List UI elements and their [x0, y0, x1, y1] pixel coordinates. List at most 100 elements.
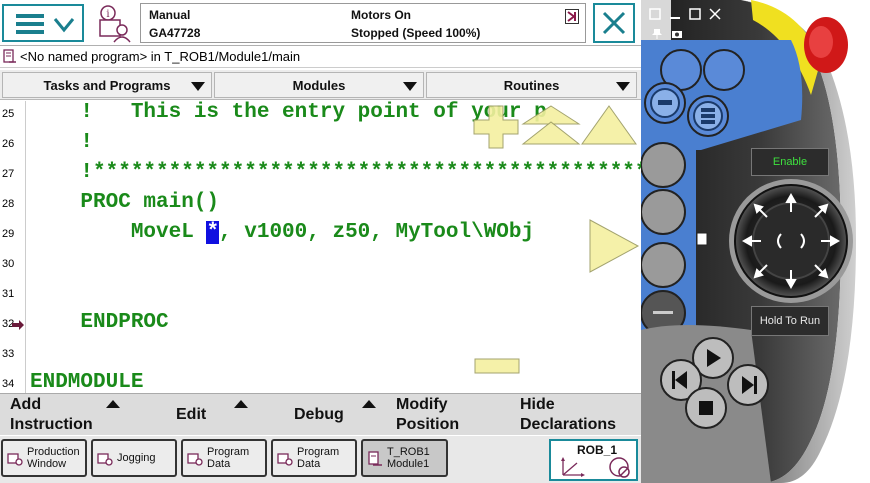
toggle-increment-key[interactable] — [641, 291, 685, 335]
line-number: 26 — [2, 138, 15, 150]
task-label: T_ROB1 — [387, 446, 430, 458]
task-program-data[interactable]: Program Data — [271, 439, 357, 477]
program-path: <No named program> in T_ROB1/Module1/mai… — [20, 49, 301, 64]
selected-argument[interactable]: * — [206, 221, 220, 244]
info-person-icon[interactable]: i — [96, 4, 134, 44]
task-label: Data — [297, 458, 321, 470]
dropdown-arrow-icon — [403, 82, 417, 91]
toggle-motion-mode-key[interactable] — [641, 190, 685, 234]
hold-to-run-button[interactable]: Hold To Run — [751, 306, 829, 336]
routines-menu[interactable]: Routines — [426, 72, 637, 98]
dropdown-arrow-icon — [616, 82, 630, 91]
edit-button[interactable]: Edit — [176, 394, 266, 436]
task-label: Program — [297, 446, 340, 458]
window-close-icon[interactable] — [709, 8, 721, 20]
code-line[interactable]: ENDPROC — [30, 311, 168, 334]
button-label: Declarations — [520, 416, 617, 433]
task-jogging[interactable]: Jogging — [91, 439, 177, 477]
line-number: 34 — [2, 378, 15, 390]
modules-menu[interactable]: Modules — [214, 72, 424, 98]
modify-position-button[interactable]: Modify Position — [396, 394, 506, 436]
tasks-and-programs-menu[interactable]: Tasks and Programs — [2, 72, 212, 98]
production-window-icon — [7, 453, 23, 466]
task-production-window[interactable]: Production Window — [1, 439, 87, 477]
command-bar: Add Instruction Edit Debug Modify Positi… — [0, 393, 641, 435]
add-instruction-button[interactable]: Add Instruction — [10, 394, 160, 436]
button-label: Modify — [396, 396, 448, 413]
camera-icon[interactable] — [671, 28, 683, 40]
hw-key-4[interactable] — [688, 96, 728, 136]
button-label: Debug — [294, 406, 344, 423]
menu-up-arrow-icon — [362, 400, 376, 408]
debug-button[interactable]: Debug — [294, 394, 384, 436]
menu-label: Tasks and Programs — [43, 77, 171, 93]
enable-button[interactable]: Enable — [751, 148, 829, 176]
hold-to-run-label: Hold To Run — [759, 315, 821, 327]
code-line[interactable]: ENDMODULE — [30, 371, 143, 393]
window-minimize-icon[interactable] — [669, 8, 681, 20]
line-number: 27 — [2, 168, 15, 180]
program-editor-icon — [368, 451, 382, 466]
task-label: Window — [27, 458, 67, 470]
minus-overlay-icon — [474, 358, 520, 374]
main-menu-button[interactable] — [2, 4, 84, 42]
window-restore-icon[interactable] — [649, 8, 661, 20]
line-number: 33 — [2, 348, 15, 360]
task-bar: Production Window Jogging Program Data Pro… — [0, 436, 641, 483]
emergency-stop-button[interactable] — [804, 17, 848, 73]
hw-key-3[interactable] — [645, 83, 685, 123]
svg-text:i: i — [106, 9, 109, 20]
task-label: Module1 — [387, 458, 430, 470]
operating-mode: Manual — [149, 8, 191, 22]
select-mechanical-unit-key[interactable] — [641, 143, 685, 187]
task-label: Data — [207, 458, 231, 470]
code-line[interactable]: ! This is the entry point of your p — [30, 101, 546, 124]
plus-overlay-icon — [473, 105, 519, 149]
enable-label: Enable — [772, 156, 808, 168]
menu-label: Modules — [292, 77, 346, 93]
code-line[interactable]: !***************************************… — [30, 161, 641, 184]
close-button[interactable] — [593, 3, 635, 43]
task-program-data[interactable]: Program Data — [181, 439, 267, 477]
line-number: 29 — [2, 228, 15, 240]
menu-up-arrow-icon — [106, 400, 120, 408]
task-label: Program — [207, 446, 250, 458]
hamburger-icon — [16, 14, 44, 34]
program-icon — [3, 49, 16, 63]
code-line-movel[interactable]: MoveL *, v1000, z50, MyTool\WObj — [30, 221, 534, 244]
code-line[interactable]: PROC main() — [30, 191, 219, 214]
controller-name: GA47728 — [149, 26, 201, 40]
task-program-editor[interactable]: T_ROB1 Module1 — [361, 439, 448, 477]
hardware-panel: Enable Hold To Run — [641, 0, 870, 483]
line-number: 30 — [2, 258, 15, 270]
task-label: Jogging — [117, 452, 156, 464]
code-editor[interactable]: 25 26 27 28 29 30 31 32 33 34 ! This is … — [0, 101, 641, 393]
menu-up-arrow-icon — [234, 400, 248, 408]
close-icon — [602, 11, 626, 35]
pin-icon[interactable] — [651, 28, 663, 40]
step-forward-button[interactable] — [728, 365, 768, 405]
quickset-rob1-button[interactable]: ROB_1 — [549, 439, 638, 481]
top-bar: i Manual GA47728 Motors On Stopped (Spee… — [0, 0, 641, 46]
hide-declarations-button[interactable]: Hide Declarations — [520, 394, 638, 436]
window-maximize-icon[interactable] — [689, 8, 701, 20]
program-data-icon — [187, 453, 203, 466]
line-number: 28 — [2, 198, 15, 210]
button-label: Instruction — [10, 416, 93, 433]
flexpendant-virtual: i Manual GA47728 Motors On Stopped (Spee… — [0, 0, 870, 483]
line-number: 25 — [2, 108, 15, 120]
program-path-bar: <No named program> in T_ROB1/Module1/mai… — [0, 47, 641, 68]
stop-button[interactable] — [686, 388, 726, 428]
toggle-axes-key[interactable] — [641, 243, 685, 287]
hw-key-2[interactable] — [704, 50, 744, 90]
program-state: Stopped (Speed 100%) — [351, 26, 481, 40]
task-label: Production — [27, 446, 80, 458]
button-label: Add — [10, 396, 42, 413]
joystick[interactable] — [735, 185, 847, 297]
line-number: 31 — [2, 288, 15, 300]
button-label: Position — [396, 416, 460, 433]
code-line[interactable]: ! — [30, 131, 93, 154]
speed-icon — [565, 9, 579, 24]
chevron-down-icon — [53, 18, 75, 33]
program-pointer-icon — [12, 320, 24, 330]
